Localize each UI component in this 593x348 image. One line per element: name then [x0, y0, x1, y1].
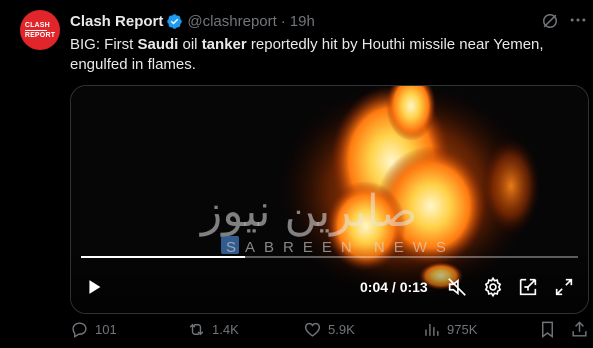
- play-icon[interactable]: [83, 276, 105, 298]
- clash-report-logo: CLASH REPORT: [24, 21, 56, 39]
- grok-icon[interactable]: [540, 11, 560, 31]
- reply-count: 101: [95, 322, 117, 337]
- video-player[interactable]: صابرين نيوز SABREEN NEWS 0:04 / 0:13: [70, 85, 589, 314]
- picture-in-picture-icon[interactable]: [517, 276, 539, 298]
- video-progress-fill: [81, 256, 245, 258]
- tweet-actions: 101 1.4K 5.9K 975K: [70, 320, 590, 342]
- watermark-english: SABREEN NEWS: [226, 239, 455, 256]
- like-count: 5.9K: [328, 322, 355, 337]
- tweet-text: BIG: First Saudi oil tanker reportedly h…: [70, 35, 580, 75]
- timestamp[interactable]: 19h: [290, 13, 315, 30]
- tweet-text-segment: Saudi: [137, 36, 179, 53]
- like-button[interactable]: 5.9K: [303, 320, 355, 339]
- share-icon[interactable]: [570, 320, 589, 339]
- reply-button[interactable]: 101: [70, 320, 117, 339]
- repost-count: 1.4K: [212, 322, 239, 337]
- more-options-icon[interactable]: [568, 10, 588, 30]
- reply-icon: [72, 322, 87, 338]
- verified-badge-icon[interactable]: [166, 13, 183, 30]
- views-button[interactable]: 975K: [422, 320, 477, 339]
- views-count: 975K: [447, 322, 478, 337]
- bookmark-icon[interactable]: [538, 320, 557, 339]
- tweet-text-segment: BIG: First: [70, 36, 138, 53]
- fullscreen-icon[interactable]: [553, 276, 575, 298]
- heart-icon: [304, 322, 321, 337]
- tweet-text-segment: tanker: [201, 36, 247, 53]
- repost-button[interactable]: 1.4K: [187, 320, 239, 339]
- tweet-text-segment: oil: [178, 36, 202, 53]
- avatar[interactable]: CLASH REPORT: [20, 10, 60, 50]
- avatar-line-2: REPORT: [24, 31, 56, 39]
- repost-icon: [189, 323, 204, 336]
- separator-dot: ·: [280, 12, 286, 30]
- display-name[interactable]: Clash Report: [70, 13, 163, 30]
- video-progress-bar[interactable]: [81, 256, 578, 258]
- video-controls: 0:04 / 0:13: [71, 272, 588, 302]
- video-time: 0:04 / 0:13: [360, 279, 428, 295]
- watermark-arabic: صابرين نيوز: [201, 186, 418, 237]
- muted-speaker-icon[interactable]: [446, 276, 468, 298]
- avatar-line-1: CLASH: [24, 21, 50, 29]
- user-handle[interactable]: @clashreport: [187, 13, 276, 30]
- views-chart-icon: [425, 323, 439, 336]
- settings-gear-icon[interactable]: [482, 276, 504, 298]
- tweet-header: Clash Report @clashreport · 19h: [70, 11, 315, 31]
